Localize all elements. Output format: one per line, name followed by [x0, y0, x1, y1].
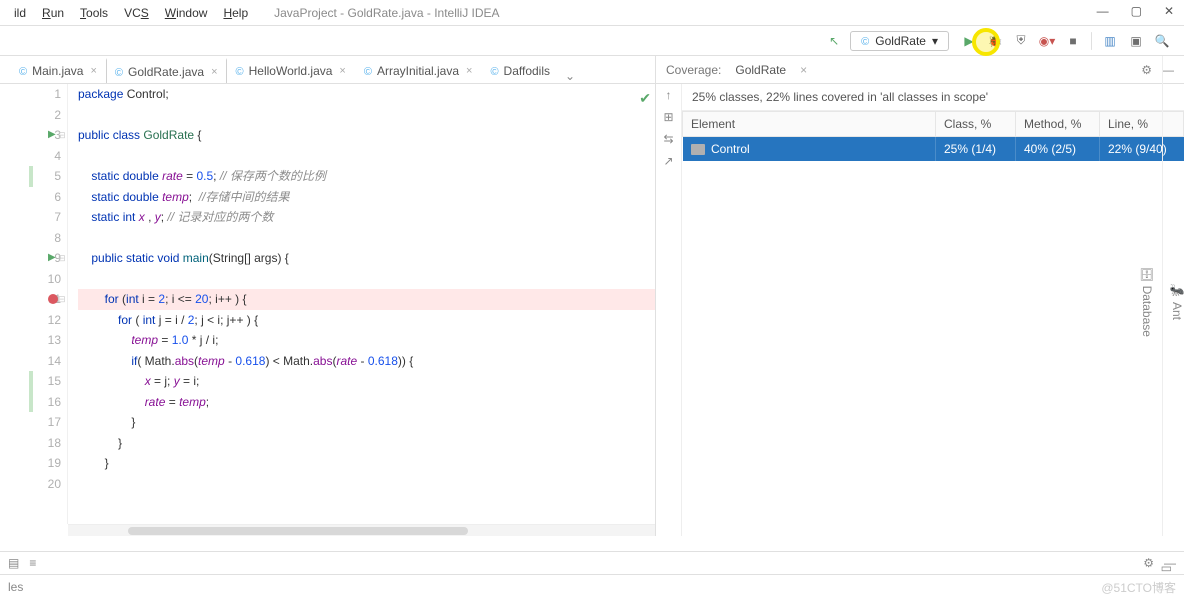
database-tool[interactable]: 🗄 Database: [1140, 267, 1154, 337]
maximize-button[interactable]: ▢: [1131, 4, 1142, 18]
scrollbar-thumb[interactable]: [128, 527, 468, 535]
tab-daffodils[interactable]: Daffodils: [481, 58, 559, 83]
separator: [1091, 32, 1092, 50]
close-icon[interactable]: ×: [466, 65, 472, 77]
status-bar: les @51CTO博客: [0, 575, 1184, 599]
coverage-table: Element Class, % Method, % Line, % Contr…: [682, 111, 1184, 161]
menu-tools[interactable]: Tools: [72, 6, 116, 20]
flatten-icon[interactable]: ⊞: [663, 110, 673, 124]
code-editor[interactable]: ✔ 123▶⊟456789▶⊟1011⊟121314151617181920 p…: [0, 84, 655, 524]
close-icon[interactable]: ×: [800, 63, 807, 77]
class-icon: [364, 64, 372, 78]
coverage-run-name: GoldRate: [735, 63, 786, 77]
todo-tool-icon[interactable]: ≡: [29, 556, 36, 570]
code-content[interactable]: package Control;public class GoldRate { …: [68, 84, 655, 524]
menu-run[interactable]: Run: [34, 6, 72, 20]
tab-arrayinitial[interactable]: ArrayInitial.java×: [355, 58, 482, 83]
event-log-icon[interactable]: ▭: [1161, 561, 1172, 575]
tool-window-bar: ▤ ≡ ⚙ —: [0, 551, 1184, 575]
col-class[interactable]: Class, %: [936, 112, 1016, 137]
status-left: les: [8, 580, 23, 594]
coverage-panel: Coverage: GoldRate × ⚙ — ↑ ⊞ ⇆ ↗ 25% cla…: [656, 56, 1184, 536]
coverage-toolbar: ↑ ⊞ ⇆ ↗: [656, 84, 682, 536]
watermark: @51CTO博客: [1101, 579, 1176, 596]
run-config-name: GoldRate: [875, 34, 926, 48]
coverage-header: Coverage: GoldRate × ⚙ —: [656, 56, 1184, 84]
tab-goldrate[interactable]: GoldRate.java×: [106, 58, 227, 84]
editor-area: Main.java× GoldRate.java× HelloWorld.jav…: [0, 56, 656, 536]
structure-icon[interactable]: ▥: [1100, 31, 1120, 51]
coverage-icon[interactable]: ⛨: [1011, 31, 1031, 51]
run-icon[interactable]: ▶: [959, 31, 979, 51]
gear-icon[interactable]: ⚙: [1143, 556, 1154, 570]
export-icon[interactable]: ↗: [663, 154, 673, 168]
col-method[interactable]: Method, %: [1016, 112, 1100, 137]
horizontal-scrollbar[interactable]: [68, 524, 655, 536]
tabs-overflow-icon[interactable]: ⌄: [559, 69, 581, 83]
tab-main[interactable]: Main.java×: [10, 58, 106, 83]
close-icon[interactable]: ×: [90, 65, 96, 77]
class-icon: [490, 64, 498, 78]
editor-tabs: Main.java× GoldRate.java× HelloWorld.jav…: [0, 56, 655, 84]
run-config-selector[interactable]: GoldRate ▾: [850, 31, 949, 51]
close-icon[interactable]: ×: [339, 65, 345, 77]
search-icon[interactable]: 🔍: [1152, 31, 1172, 51]
menu-bar: ild Run Tools VCS Window Help JavaProjec…: [0, 0, 1184, 26]
gutter[interactable]: 123▶⊟456789▶⊟1011⊟121314151617181920: [0, 84, 68, 524]
goto-icon[interactable]: ▣: [1126, 31, 1146, 51]
build-icon[interactable]: ↖: [824, 31, 844, 51]
folder-icon: [691, 144, 705, 155]
coverage-row[interactable]: Control 25% (1/4) 40% (2/5) 22% (9/40): [683, 137, 1184, 162]
coverage-summary: 25% classes, 22% lines covered in 'all c…: [682, 84, 1184, 111]
close-button[interactable]: ✕: [1164, 4, 1174, 18]
minimize-button[interactable]: —: [1097, 4, 1109, 18]
gear-icon[interactable]: ⚙: [1141, 63, 1152, 77]
class-icon: [861, 34, 869, 48]
debug-icon[interactable]: 🐞: [985, 31, 1005, 51]
menu-vcs[interactable]: VCS: [116, 6, 157, 20]
right-tool-rail: 🐜 Ant 🗄 Database: [1162, 56, 1184, 536]
structure-tool-icon[interactable]: ▤: [8, 556, 19, 570]
tab-helloworld[interactable]: HelloWorld.java×: [227, 58, 355, 83]
up-icon[interactable]: ↑: [666, 88, 672, 102]
toolbar: ↖ GoldRate ▾ ▶ 🐞 ⛨ ◉▾ ■ ▥ ▣ 🔍: [0, 26, 1184, 56]
class-icon: [115, 65, 123, 79]
stop-icon[interactable]: ■: [1063, 31, 1083, 51]
coverage-title: Coverage:: [666, 63, 721, 77]
menu-build[interactable]: ild: [6, 6, 34, 20]
nav-icon[interactable]: ⇆: [663, 132, 673, 146]
ant-tool[interactable]: 🐜 Ant: [1170, 284, 1184, 320]
class-icon: [19, 64, 27, 78]
profile-icon[interactable]: ◉▾: [1037, 31, 1057, 51]
close-icon[interactable]: ×: [211, 66, 217, 78]
class-icon: [236, 64, 244, 78]
chevron-down-icon: ▾: [932, 34, 938, 48]
menu-window[interactable]: Window: [157, 6, 216, 20]
menu-help[interactable]: Help: [215, 6, 256, 20]
window-title: JavaProject - GoldRate.java - IntelliJ I…: [274, 6, 499, 20]
col-element[interactable]: Element: [683, 112, 936, 137]
